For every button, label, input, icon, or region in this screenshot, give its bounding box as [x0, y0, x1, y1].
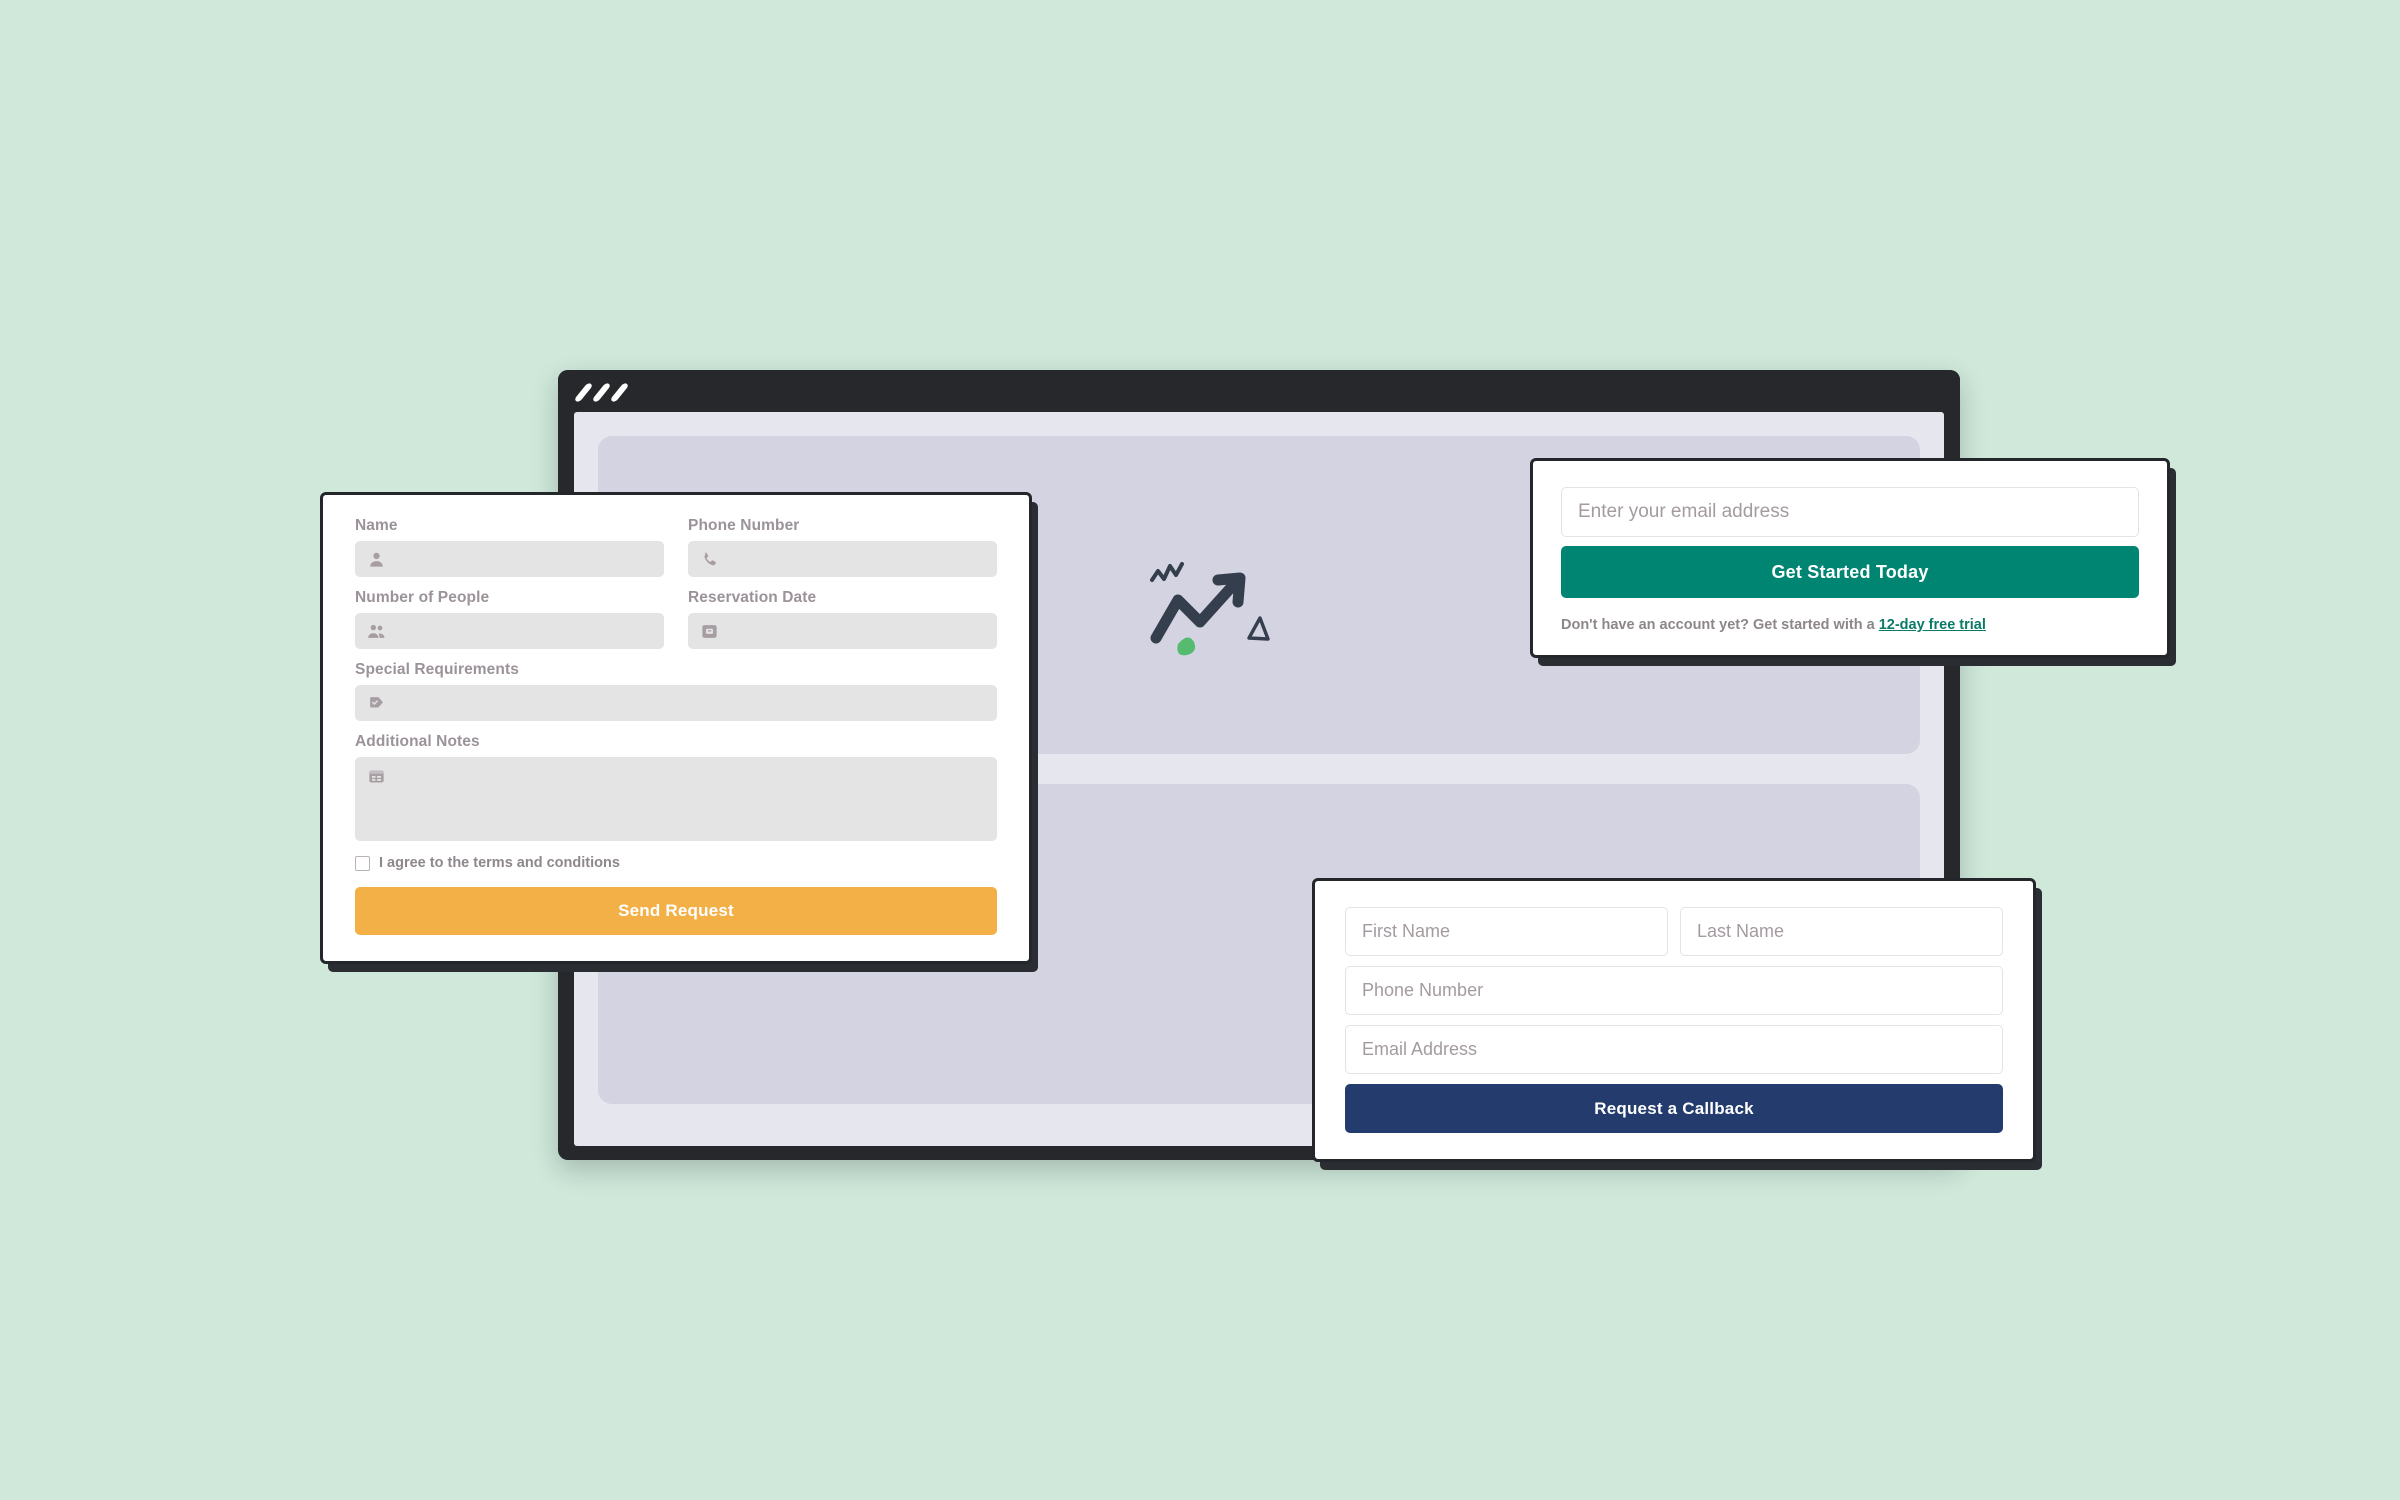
- last-name-input[interactable]: Last Name: [1680, 907, 2003, 956]
- browser-title-bar: [558, 370, 1960, 412]
- field-label-phone: Phone Number: [688, 517, 800, 534]
- terms-checkbox[interactable]: [355, 855, 370, 871]
- callback-form-card: First Name Last Name Phone Number Email …: [1312, 878, 2036, 1162]
- window-control-slash-icon[interactable]: [573, 382, 594, 403]
- callback-email-input[interactable]: Email Address: [1345, 1025, 2003, 1074]
- tag-check-icon: [370, 696, 383, 707]
- field-label-people: Number of People: [355, 589, 490, 606]
- terms-agreement-row[interactable]: I agree to the terms and conditions: [355, 855, 997, 871]
- reservation-form-card: Name Phone Number Number of People Reser…: [320, 492, 1032, 964]
- canvas: Name Phone Number Number of People Reser…: [0, 0, 2400, 1500]
- get-started-button[interactable]: Get Started Today: [1561, 546, 2139, 598]
- inbox-icon: [702, 624, 717, 638]
- free-trial-link[interactable]: 12-day free trial: [1879, 617, 1986, 633]
- field-phone: Phone Number: [688, 517, 997, 577]
- field-label-special-requirements: Special Requirements: [355, 661, 519, 678]
- people-input[interactable]: [355, 613, 664, 649]
- trial-footer-prefix: Don't have an account yet? Get started w…: [1561, 617, 1879, 633]
- request-callback-button[interactable]: Request a Callback: [1345, 1084, 2003, 1133]
- terms-label: I agree to the terms and conditions: [379, 855, 620, 871]
- name-input[interactable]: [355, 541, 664, 577]
- send-request-button[interactable]: Send Request: [355, 887, 997, 935]
- field-special-requirements: Special Requirements: [355, 661, 997, 721]
- group-icon: [368, 624, 385, 638]
- window-control-slash-icon[interactable]: [591, 382, 612, 403]
- email-input[interactable]: Enter your email address: [1561, 487, 2139, 537]
- reservation-date-input[interactable]: [688, 613, 997, 649]
- field-additional-notes: Additional Notes: [355, 733, 997, 841]
- first-name-input[interactable]: First Name: [1345, 907, 1668, 956]
- field-people: Number of People: [355, 589, 664, 649]
- window-controls: [573, 382, 630, 403]
- trial-footer: Don't have an account yet? Get started w…: [1561, 617, 2139, 633]
- field-date: Reservation Date: [688, 589, 997, 649]
- additional-notes-textarea[interactable]: [355, 757, 997, 841]
- field-label-date: Reservation Date: [688, 589, 817, 606]
- special-requirements-input[interactable]: [355, 685, 997, 721]
- field-label-additional-notes: Additional Notes: [355, 733, 480, 750]
- email-capture-card: Enter your email address Get Started Tod…: [1530, 458, 2170, 658]
- field-name: Name: [355, 517, 664, 577]
- phone-input[interactable]: [688, 541, 997, 577]
- callback-name-row: First Name Last Name: [1345, 907, 2003, 966]
- window-control-slash-icon[interactable]: [609, 382, 630, 403]
- person-icon: [370, 552, 383, 567]
- reservation-row-1: Name Phone Number: [355, 517, 997, 589]
- calendar-card-icon: [369, 770, 384, 783]
- field-label-name: Name: [355, 517, 398, 534]
- phone-icon: [704, 552, 716, 565]
- reservation-row-2: Number of People Reservation Date: [355, 589, 997, 661]
- callback-phone-input[interactable]: Phone Number: [1345, 966, 2003, 1015]
